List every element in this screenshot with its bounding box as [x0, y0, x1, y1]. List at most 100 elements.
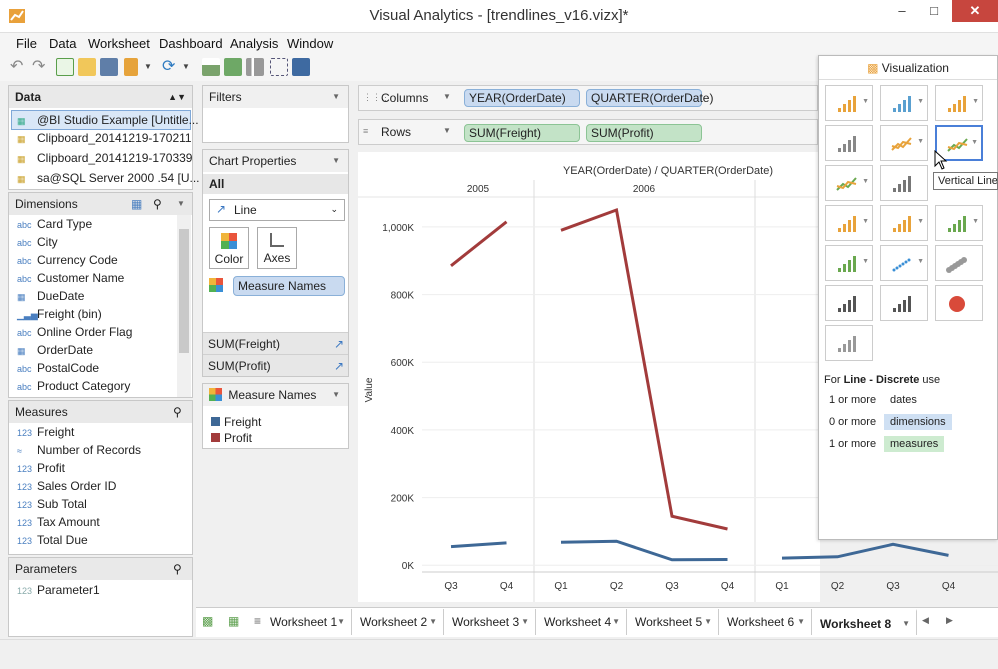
chevron-down-icon[interactable]: ▼ — [182, 58, 200, 76]
data-source-item[interactable]: ▦ @BI Studio Example [Untitle... — [9, 111, 199, 129]
chevron-down-icon[interactable]: ▼ — [972, 98, 979, 105]
area-icon[interactable]: ▼ — [825, 205, 873, 241]
measures-item[interactable]: 123 Freight — [9, 423, 74, 441]
dimensions-item[interactable]: abc Customer Name — [9, 269, 124, 287]
sheet-tab[interactable]: Worksheet 1 ▼ — [270, 609, 352, 635]
menu-file[interactable]: File — [16, 36, 37, 51]
sheet-tab[interactable]: Worksheet 2 ▼ — [352, 609, 444, 635]
dimensions-item[interactable]: abc Currency Code — [9, 251, 118, 269]
chevron-down-icon[interactable]: ▼ — [902, 611, 910, 635]
chevron-down-icon[interactable]: ▼ — [862, 178, 869, 185]
data-source-item[interactable]: ▦ Clipboard_20141219-170339 — [9, 149, 192, 167]
data-source-item[interactable]: ▦ sa@SQL Server 2000 .54 [U... — [9, 169, 199, 187]
pie-icon[interactable] — [935, 285, 983, 321]
bar-line-icon[interactable]: ▼ — [825, 245, 873, 281]
dimensions-item[interactable]: abc Card Type — [9, 215, 92, 233]
scrollbar-thumb[interactable] — [179, 229, 189, 353]
stacked-bar-icon[interactable]: ▼ — [880, 85, 928, 121]
rows-pill-freight[interactable]: SUM(Freight) — [464, 124, 580, 142]
chevron-down-icon[interactable]: ▼ — [917, 98, 924, 105]
chevron-down-icon[interactable]: ▼ — [443, 92, 451, 101]
heatmap-icon[interactable] — [825, 125, 873, 161]
bar-chart-icon[interactable]: ▼ — [825, 85, 873, 121]
search-icon[interactable]: ⚲ — [173, 558, 182, 580]
open-folder-icon[interactable] — [78, 58, 96, 76]
all-tab[interactable]: All — [203, 174, 348, 194]
chart-icon[interactable] — [246, 58, 264, 76]
measures-item[interactable]: ≈ Number of Records — [9, 441, 141, 459]
undo-icon[interactable]: ↶ — [10, 58, 28, 76]
add-worksheet-icon[interactable]: ▩ — [202, 614, 213, 628]
menu-window[interactable]: Window — [287, 36, 333, 51]
measure-freight-row[interactable]: SUM(Freight) ↗ — [203, 332, 348, 354]
data-source-item[interactable]: ▦ Clipboard_20141219-170211 — [9, 129, 192, 147]
scatter-icon[interactable]: ▼ — [880, 245, 928, 281]
box-plot-icon[interactable] — [825, 285, 873, 321]
chevron-down-icon[interactable]: ▼ — [917, 258, 924, 265]
axes-button[interactable]: Axes — [257, 227, 297, 269]
maximize-button[interactable]: □ — [918, 0, 950, 22]
sheet-tab[interactable]: Worksheet 4 ▼ — [536, 609, 627, 635]
histogram-icon[interactable] — [825, 325, 873, 361]
chevron-down-icon[interactable]: ▼ — [521, 609, 529, 635]
measure-profit-row[interactable]: SUM(Profit) ↗ — [203, 354, 348, 376]
search-icon[interactable]: ⚲ — [173, 401, 182, 423]
bubble-icon[interactable] — [935, 245, 983, 281]
chevron-down-icon[interactable]: ▼ — [862, 98, 869, 105]
dimensions-item[interactable]: ▦ DueDate — [9, 287, 84, 305]
side-bar-icon[interactable]: ▼ — [935, 85, 983, 121]
chevron-down-icon[interactable]: ▼ — [332, 86, 340, 108]
filters-panel[interactable]: Filters ▼ — [202, 85, 349, 143]
tab-scroll-right-icon[interactable]: ▶ — [946, 615, 953, 626]
step-bar-icon[interactable] — [880, 165, 928, 201]
redo-icon[interactable]: ↷ — [32, 58, 50, 76]
discrete-line-icon[interactable]: ▼ — [825, 165, 873, 201]
chevron-down-icon[interactable]: ▼ — [443, 126, 451, 135]
scrollbar[interactable] — [177, 215, 191, 397]
add-dashboard-icon[interactable]: ▦ — [228, 614, 239, 628]
chart-type-select[interactable]: ↗ Line ⌄ — [209, 199, 345, 221]
select-icon[interactable] — [270, 58, 288, 76]
sheet-tab[interactable]: Worksheet 6 ▼ — [719, 609, 812, 635]
minimize-button[interactable]: – — [886, 0, 918, 22]
table-icon[interactable]: ▦ — [131, 193, 142, 215]
dimensions-item[interactable]: abc Product Category — [9, 377, 130, 395]
measures-item[interactable]: 123 Sub Total — [9, 495, 87, 513]
chevron-down-icon[interactable]: ▼ — [337, 609, 345, 635]
chevron-down-icon[interactable]: ▼ — [862, 218, 869, 225]
rows-shelf[interactable]: ≡ Rows ▼ SUM(Freight) SUM(Profit) — [358, 119, 818, 145]
columns-pill-year[interactable]: YEAR(OrderDate) — [464, 89, 580, 107]
rows-pill-profit[interactable]: SUM(Profit) — [586, 124, 702, 142]
sort-icon[interactable]: ▲▼ — [168, 86, 186, 108]
dimensions-item[interactable]: abc City — [9, 233, 58, 251]
chevron-down-icon[interactable]: ▼ — [332, 384, 340, 406]
dimensions-item[interactable]: abc Online Order Flag — [9, 323, 132, 341]
sheet-tab[interactable]: Worksheet 5 ▼ — [627, 609, 719, 635]
chevron-down-icon[interactable]: ▼ — [797, 609, 805, 635]
measures-item[interactable]: 123 Profit — [9, 459, 65, 477]
sheet-tab[interactable]: Worksheet 3 ▼ — [444, 609, 536, 635]
presentation-icon[interactable] — [292, 58, 310, 76]
menu-worksheet[interactable]: Worksheet — [88, 36, 150, 51]
chevron-down-icon[interactable]: ▼ — [177, 193, 185, 215]
menu-dashboard[interactable]: Dashboard — [159, 36, 223, 51]
chevron-down-icon[interactable]: ▼ — [332, 150, 340, 172]
chevron-down-icon[interactable]: ▼ — [971, 139, 978, 146]
chevron-down-icon[interactable]: ▼ — [612, 609, 620, 635]
chevron-down-icon[interactable]: ▼ — [917, 138, 924, 145]
chevron-down-icon[interactable]: ▼ — [862, 258, 869, 265]
area-line-icon[interactable]: ▼ — [935, 205, 983, 241]
line-icon[interactable]: ▼ — [880, 125, 928, 161]
color-button[interactable]: Color — [209, 227, 249, 269]
search-icon[interactable]: ⚲ — [153, 193, 162, 215]
dimensions-item[interactable]: ▦ OrderDate — [9, 341, 93, 359]
new-dashboard-icon[interactable] — [224, 58, 242, 76]
stacked-area-icon[interactable]: ▼ — [880, 205, 928, 241]
refresh-icon[interactable]: ⟳ — [162, 58, 180, 76]
tab-scroll-left-icon[interactable]: ◀ — [922, 615, 929, 626]
chevron-down-icon[interactable]: ▼ — [144, 58, 162, 76]
chevron-down-icon[interactable]: ▼ — [917, 218, 924, 225]
measures-item[interactable]: 123 Sales Order ID — [9, 477, 116, 495]
columns-shelf[interactable]: ⋮⋮⋮ Columns ▼ YEAR(OrderDate) QUARTER(Or… — [358, 85, 818, 111]
measure-names-pill[interactable]: Measure Names — [233, 276, 345, 296]
